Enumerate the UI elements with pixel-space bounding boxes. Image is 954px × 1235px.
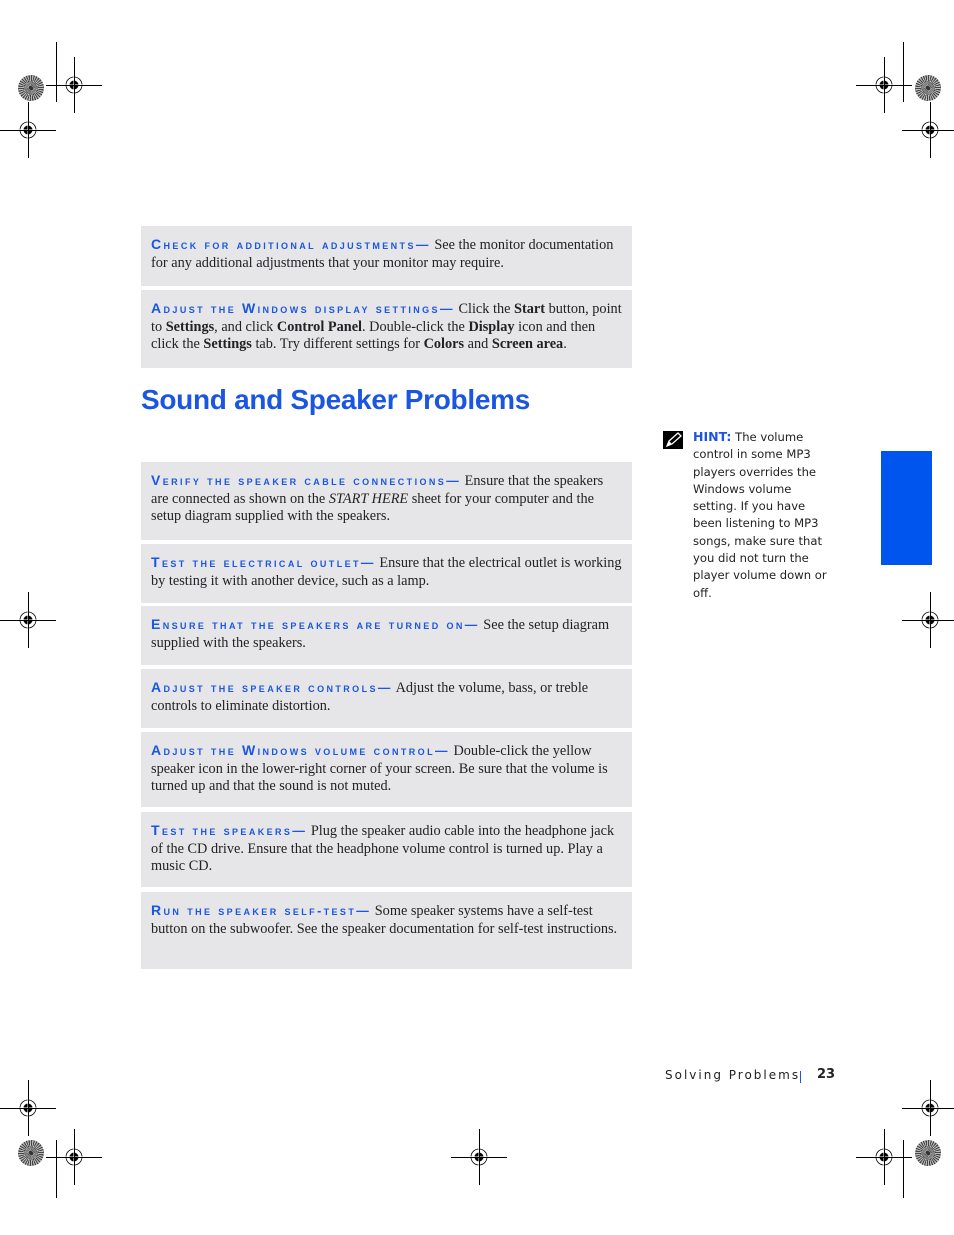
heading-cap: E <box>151 616 163 632</box>
heading-cap: C <box>151 236 164 252</box>
hint-note: HINT: The volume control in some MP3 pla… <box>663 428 833 602</box>
crop-line <box>28 1080 29 1136</box>
color-target-icon <box>18 75 44 101</box>
tip-heading: Adjust the speaker controls— <box>151 679 393 695</box>
tip-box: Adjust the speaker controls— Adjust the … <box>141 669 632 728</box>
tip-heading: Adjust the Windows display settings— <box>151 300 455 316</box>
crop-line <box>902 1108 954 1109</box>
tip-box: Run the speaker self-test— Some speaker … <box>141 892 632 969</box>
heading-cap: A <box>151 300 164 316</box>
crop-line <box>930 1080 931 1136</box>
hint-label: HINT: <box>693 429 732 444</box>
chapter-tab <box>881 451 932 565</box>
heading-cap: R <box>151 902 164 918</box>
pencil-icon <box>663 431 683 449</box>
footer-separator <box>800 1071 801 1083</box>
crop-line <box>56 42 57 102</box>
tip-heading: Test the electrical outlet— <box>151 554 376 570</box>
crop-line <box>884 1129 885 1185</box>
tip-box: Test the speakers— Plug the speaker audi… <box>141 812 632 887</box>
bold-term: Control Panel <box>276 318 363 335</box>
heading-cap: V <box>151 472 163 488</box>
footer-chapter-title: Solving Problems <box>665 1068 801 1082</box>
crop-line <box>930 592 931 648</box>
bold-term: Start <box>514 301 546 317</box>
crop-line <box>903 42 904 102</box>
crop-line <box>74 1129 75 1185</box>
tip-heading: Run the speaker self-test— <box>151 902 372 918</box>
crop-line <box>903 1140 904 1198</box>
heading-cap: T <box>151 554 162 570</box>
bold-term: Screen area <box>491 336 564 352</box>
crop-line <box>479 1129 480 1185</box>
tip-heading: Check for additional adjustments— <box>151 236 431 252</box>
heading-cap: W <box>241 300 258 316</box>
tip-box: Ensure that the speakers are turned on— … <box>141 606 632 665</box>
tip-box: Verify the speaker cable connections— En… <box>141 462 632 540</box>
crop-line <box>902 620 954 621</box>
crop-line <box>74 57 75 113</box>
tip-box: Adjust the Windows volume control— Doubl… <box>141 732 632 807</box>
crop-line <box>28 102 29 158</box>
tip-heading: Verify the speaker cable connections— <box>151 472 462 488</box>
heading-cap: A <box>151 742 164 758</box>
tip-box: Check for additional adjustments— See th… <box>141 226 632 286</box>
page-footer: Solving Problems 23 <box>665 1067 835 1083</box>
heading-cap: T <box>151 822 162 838</box>
tip-box: Adjust the Windows display settings— Cli… <box>141 290 632 368</box>
bold-term: Settings <box>203 336 252 352</box>
crop-line <box>884 57 885 113</box>
section-title: Sound and Speaker Problems <box>141 384 530 415</box>
crop-line <box>28 592 29 648</box>
crop-line <box>930 102 931 158</box>
heading-cap: W <box>241 742 258 758</box>
bold-term: Colors <box>423 336 465 352</box>
color-target-icon <box>18 1140 44 1166</box>
tip-heading: Test the speakers— <box>151 822 308 838</box>
crop-line <box>56 1140 57 1198</box>
page-number: 23 <box>817 1067 836 1082</box>
italic-term: START HERE <box>328 490 409 507</box>
hint-text: The volume control in some MP3 players o… <box>693 430 827 600</box>
bold-term: Display <box>468 318 515 335</box>
color-target-icon <box>915 1140 941 1166</box>
crop-line <box>902 130 954 131</box>
bold-term: Settings <box>165 318 215 335</box>
color-target-icon <box>915 75 941 101</box>
tip-heading: Ensure that the speakers are turned on— <box>151 616 480 632</box>
tip-box: Test the electrical outlet— Ensure that … <box>141 544 632 603</box>
tip-heading: Adjust the Windows volume control— <box>151 742 450 758</box>
heading-cap: A <box>151 679 164 695</box>
